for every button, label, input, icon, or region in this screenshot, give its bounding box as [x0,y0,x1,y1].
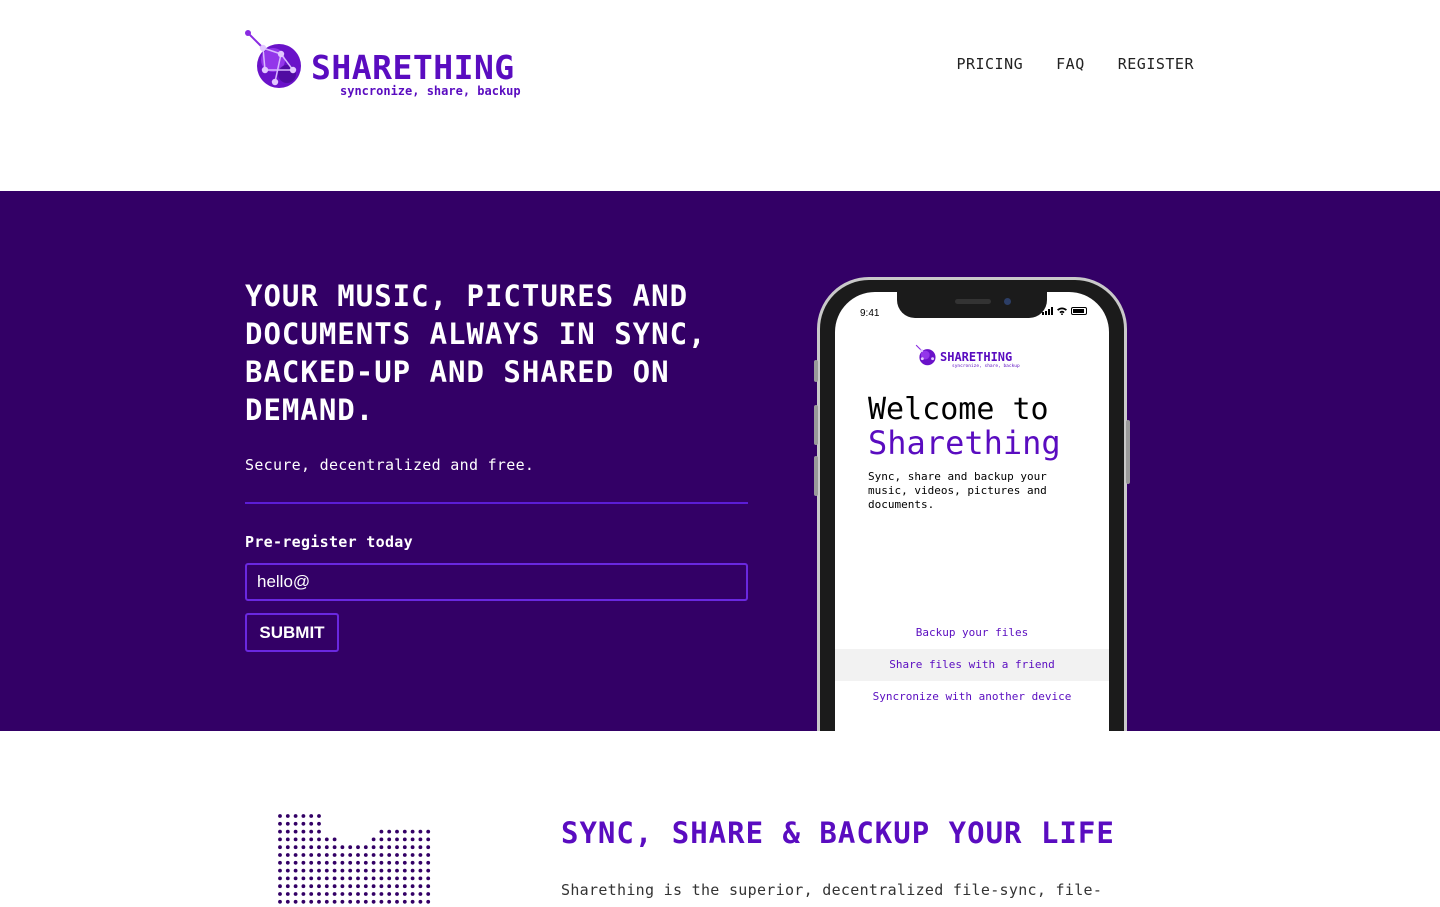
wifi-icon [1057,307,1067,315]
battery-icon [1071,307,1087,315]
hero-title: YOUR MUSIC, PICTURES AND DOCUMENTS ALWAY… [245,279,707,427]
phone-mockup: 9:41 SHARETHING syncronize, share, backu… [814,277,1130,731]
phone-notch [897,292,1047,318]
hero-divider [245,502,748,504]
status-icons [1042,307,1087,315]
phone-silent-switch [814,360,818,382]
features-title: SYNC, SHARE & BACKUP YOUR LIFE [561,816,1115,850]
brand-logo[interactable]: SHARETHING syncronize, share, backup [245,30,535,100]
menu-sync-device[interactable]: Syncronize with another device [835,681,1109,713]
nav-faq[interactable]: FAQ [1056,55,1085,73]
nav-pricing[interactable]: PRICING [956,55,1023,73]
phone-screen: 9:41 SHARETHING syncronize, share, backu… [835,292,1109,731]
hero-subtitle: Secure, decentralized and free. [245,456,535,474]
main-nav: PRICING FAQ REGISTER [956,55,1194,73]
phone-volume-up [814,405,818,445]
phone-power-button [1126,420,1130,484]
welcome-heading-brand: Sharething [868,424,1061,462]
speaker-grille [955,299,991,304]
hero-section: YOUR MUSIC, PICTURES AND DOCUMENTS ALWAY… [0,191,1440,731]
app-logo: SHARETHING syncronize, share, backup [915,344,1045,372]
app-brand-name: SHARETHING [940,350,1013,364]
menu-share-files[interactable]: Share files with a friend [835,649,1109,681]
camera-icon [1004,298,1011,305]
signal-icon [1042,307,1053,315]
app-description: Sync, share and backup your music, video… [868,470,1047,511]
menu-backup-files[interactable]: Backup your files [835,617,1109,649]
site-header: SHARETHING syncronize, share, backup PRI… [0,0,1440,191]
app-brand-tagline: syncronize, share, backup [952,364,1020,369]
dot-pattern-illustration [278,814,431,904]
status-time: 9:41 [860,308,880,319]
nav-register[interactable]: REGISTER [1118,55,1194,73]
submit-button[interactable]: SUBMIT [245,613,339,652]
phone-volume-down [814,456,818,496]
features-text: Sharething is the superior, decentralize… [561,881,1103,899]
features-section: SYNC, SHARE & BACKUP YOUR LIFE Sharethin… [0,731,1440,907]
globe-logo-icon [245,30,301,88]
welcome-heading: Welcome to [868,392,1049,427]
brand-tagline: syncronize, share, backup [340,84,521,98]
email-input[interactable] [245,563,748,601]
brand-name: SHARETHING [311,48,515,87]
globe-logo-icon [915,344,936,366]
preregister-label: Pre-register today [245,533,413,551]
